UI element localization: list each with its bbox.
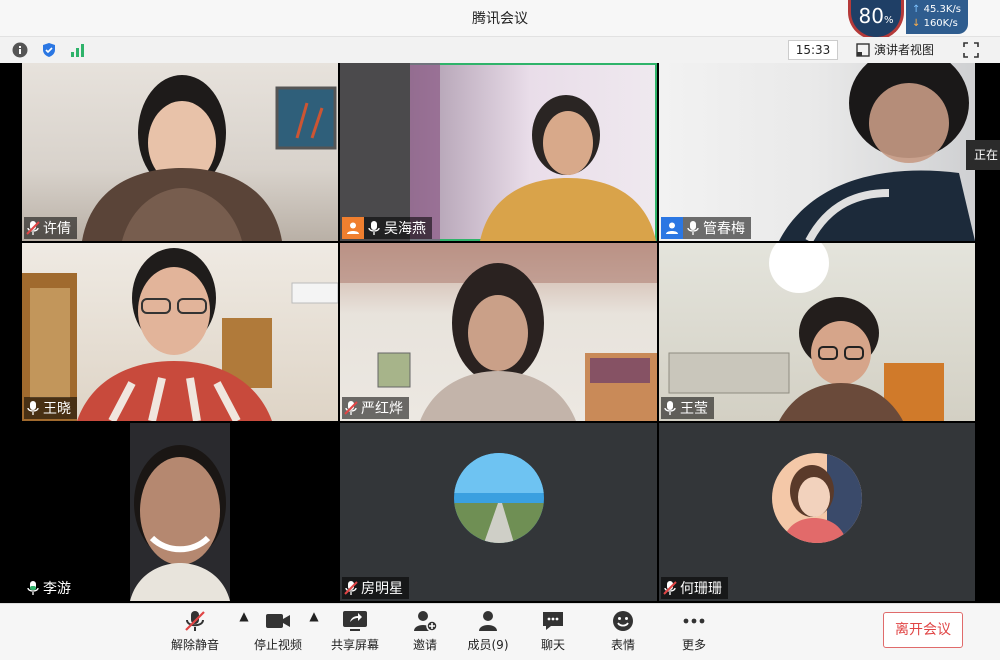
- fullscreen-icon[interactable]: [962, 41, 980, 59]
- share-screen-icon: [343, 611, 367, 631]
- participant-video: [779, 63, 975, 241]
- meeting-clock: 15:33: [788, 40, 838, 60]
- stop-video-button[interactable]: 停止视频: [243, 609, 313, 657]
- mic-icon: [664, 401, 676, 415]
- chat-icon: [543, 612, 563, 630]
- participant-name: 房明星: [361, 581, 403, 597]
- mic-muted-icon: [185, 611, 205, 631]
- mic-icon: [687, 221, 699, 235]
- title-bar: 腾讯会议 80% ↑ 45.3K/s ↓ 160K/s: [0, 0, 1000, 40]
- camera-icon: [266, 614, 290, 628]
- members-icon: [479, 611, 497, 631]
- participant-name: 吴海燕: [384, 221, 426, 237]
- network-monitor[interactable]: 80% ↑ 45.3K/s ↓ 160K/s: [846, 0, 970, 40]
- participant-name: 王晓: [43, 401, 71, 417]
- avatar-image: [454, 453, 544, 543]
- participant-video: [668, 243, 944, 421]
- meeting-toolbar: 解除静音 ▲ 停止视频 ▲ 共享屏幕 邀请 成员(9) 聊天 表情 更多 离开会…: [0, 603, 1000, 660]
- speaker-view-label: 演讲者视图: [874, 43, 935, 57]
- invite-button[interactable]: 邀请: [390, 609, 460, 657]
- video-tile[interactable]: 王莹: [659, 243, 975, 421]
- video-tile-active-speaker[interactable]: 吴海燕: [340, 63, 657, 241]
- emoji-icon: [613, 611, 633, 631]
- info-bar: 15:33 演讲者视图: [0, 37, 1000, 64]
- video-grid: 许倩 吴海燕 管春梅 正在 王晓 严红烨 王莹 李游 房明星 何珊珊: [0, 63, 1000, 603]
- video-tile[interactable]: 何珊珊: [659, 423, 975, 601]
- participant-video: [82, 75, 337, 241]
- participant-name: 何珊珊: [680, 581, 722, 597]
- invite-user-icon: [414, 611, 438, 632]
- mic-muted-icon: [344, 401, 358, 415]
- participant-video: [340, 243, 657, 421]
- video-options-caret[interactable]: ▲: [308, 609, 320, 657]
- participant-name: 王莹: [680, 401, 708, 417]
- chat-button[interactable]: 聊天: [518, 609, 588, 657]
- participant-label: 李游: [24, 577, 77, 599]
- video-tile[interactable]: 李游: [22, 423, 338, 601]
- signal-strength-icon[interactable]: [70, 42, 86, 58]
- leave-meeting-button[interactable]: 离开会议: [883, 612, 963, 648]
- participant-name: 严红烨: [361, 401, 403, 417]
- network-quality-gauge: 80%: [848, 0, 904, 40]
- participant-name: 李游: [43, 581, 71, 597]
- video-tile[interactable]: 严红烨: [340, 243, 657, 421]
- speaker-view-button[interactable]: 演讲者视图: [856, 40, 934, 60]
- participant-video: [340, 63, 656, 241]
- video-tile[interactable]: 房明星: [340, 423, 657, 601]
- meeting-window: 腾讯会议 80% ↑ 45.3K/s ↓ 160K/s 15:33 演讲者视图: [0, 0, 1000, 660]
- host-badge: [342, 217, 364, 239]
- video-tile[interactable]: 管春梅: [659, 63, 975, 241]
- participant-video: [130, 423, 230, 601]
- more-dots-icon: [683, 618, 705, 624]
- participant-label: 严红烨: [342, 397, 409, 419]
- download-speed: 160: [923, 18, 943, 29]
- participant-name: 管春梅: [703, 221, 745, 237]
- mic-muted-icon: [26, 221, 40, 235]
- upload-speed: 45.3: [923, 4, 946, 15]
- participant-label: 王晓: [24, 397, 77, 419]
- cohost-badge: [661, 217, 683, 239]
- participant-video: [22, 248, 338, 421]
- upload-arrow-icon: ↑: [912, 4, 921, 15]
- mic-icon: [27, 401, 39, 415]
- video-tile[interactable]: 许倩: [22, 63, 338, 241]
- avatar: [772, 453, 862, 543]
- mic-speaking-icon: [27, 581, 39, 595]
- info-icon[interactable]: [12, 42, 28, 58]
- unmute-button[interactable]: 解除静音: [160, 609, 230, 657]
- participant-label: 管春梅: [661, 217, 751, 239]
- participant-label: 吴海燕: [342, 217, 432, 239]
- mic-muted-icon: [663, 581, 677, 595]
- cohost-person-icon: [666, 222, 678, 234]
- security-shield-icon[interactable]: [41, 42, 57, 58]
- network-speeds: ↑ 45.3K/s ↓ 160K/s: [906, 0, 968, 34]
- members-button[interactable]: 成员(9): [453, 609, 523, 657]
- participant-name: 许倩: [43, 221, 71, 237]
- avatar-image: [772, 453, 862, 543]
- mic-muted-icon: [344, 581, 358, 595]
- emoji-button[interactable]: 表情: [588, 609, 658, 657]
- speaker-view-icon: [856, 43, 870, 57]
- video-tile[interactable]: 王晓: [22, 243, 338, 421]
- avatar: [454, 453, 544, 543]
- participant-label: 王莹: [661, 397, 714, 419]
- host-person-icon: [347, 222, 359, 234]
- participant-label: 房明星: [342, 577, 409, 599]
- more-button[interactable]: 更多: [659, 609, 729, 657]
- participant-label: 许倩: [24, 217, 77, 239]
- mic-icon: [368, 221, 380, 235]
- download-arrow-icon: ↓: [912, 18, 921, 29]
- share-screen-button[interactable]: 共享屏幕: [320, 609, 390, 657]
- participant-label: 何珊珊: [661, 577, 728, 599]
- side-status-tag[interactable]: 正在: [966, 140, 1000, 170]
